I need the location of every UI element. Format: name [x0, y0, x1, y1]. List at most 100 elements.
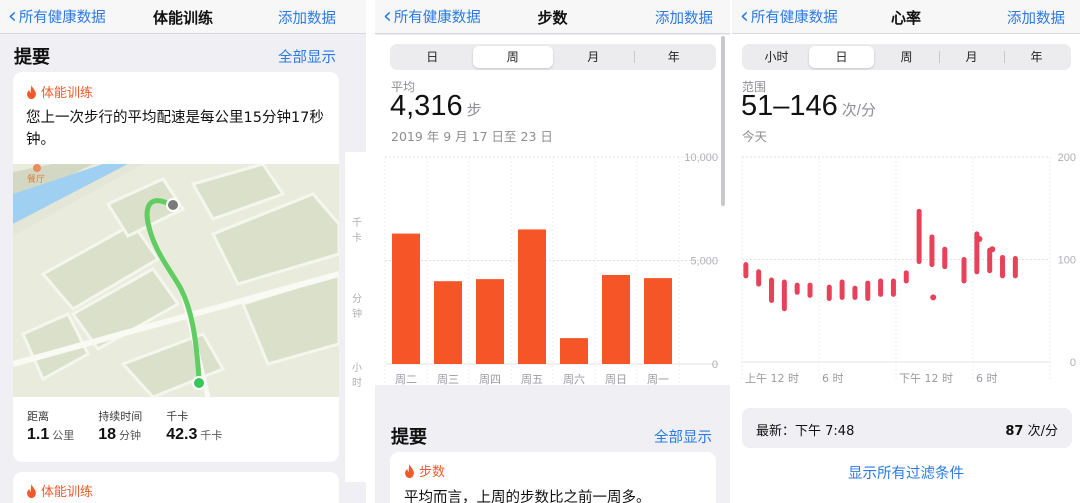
add-data-button[interactable]: 添加数据 — [278, 7, 336, 28]
latest-value: 87 — [1005, 424, 1024, 439]
x-tick-label: 周日 — [605, 373, 627, 385]
segment-year[interactable]: 年 — [1004, 46, 1069, 68]
date-label: 今天 — [742, 129, 768, 144]
bar — [434, 281, 462, 364]
data-point — [989, 246, 996, 253]
x-tick-label: 6 时 — [976, 372, 998, 385]
y-tick-label: 200 — [1058, 152, 1076, 164]
stat-label: 持续时间 — [98, 410, 143, 423]
summary-value: 51–146 次/分 — [741, 90, 876, 123]
scrollbar[interactable] — [721, 36, 725, 206]
y-tick-label: 100 — [1058, 255, 1076, 267]
stat-label: 距离 — [27, 410, 49, 423]
steps-bar-chart[interactable]: 0 5,000 10,000 周二 周三 周四 周五 周六 周日 周一 — [375, 147, 730, 385]
x-tick-label: 周三 — [437, 373, 459, 385]
stat-label: 千卡 — [166, 410, 189, 423]
steps-unit: 步 — [466, 102, 482, 119]
bar — [392, 233, 420, 364]
latest-reading[interactable]: 最新：下午 7:48 87 次/分 — [742, 408, 1072, 448]
heart-nav-bar: ‹ 所有健康数据 心率 添加数据 — [732, 0, 1080, 34]
route-start-marker — [192, 376, 206, 390]
y-tick-label: 10,000 — [684, 152, 718, 164]
back-button[interactable]: ‹ 所有健康数据 — [740, 3, 838, 29]
card-tag-label: 步数 — [419, 465, 446, 480]
chevron-left-icon: ‹ — [740, 3, 749, 29]
restaurant-icon — [33, 164, 41, 172]
x-tick-label: 周四 — [479, 373, 501, 385]
card-tag: 步数 — [404, 461, 445, 480]
y-tick-label: 0 — [712, 359, 718, 371]
card-tag-label: 体能训练 — [41, 86, 94, 101]
data-point — [976, 236, 983, 242]
heart-rate-chart[interactable]: 0 100 200 上午 12 时 6 时 下午 12 时 6 时 — [732, 147, 1080, 387]
stat-unit: 分钟 — [119, 430, 142, 442]
x-tick-label: 下午 12 时 — [899, 372, 953, 385]
flame-icon — [27, 84, 36, 99]
stat-value: 42.3 — [166, 426, 198, 443]
stat-value: 18 — [98, 426, 117, 443]
segment-month[interactable]: 月 — [939, 46, 1004, 68]
segment-year[interactable]: 年 — [633, 46, 715, 68]
segment-day[interactable]: 日 — [392, 46, 473, 68]
stat-duration: 持续时间 18 分钟 — [98, 408, 142, 444]
x-tick-label: 上午 12 时 — [745, 372, 799, 385]
segment-hour[interactable]: 小时 — [744, 46, 809, 68]
back-button[interactable]: ‹ 所有健康数据 — [383, 3, 481, 29]
summary-heading: 提要 — [391, 427, 427, 448]
heart-range-value: 51–146 — [741, 90, 838, 122]
summary-heading: 提要 — [14, 47, 50, 68]
steps-highlight-card[interactable]: 步数 平均而言，上周的步数比之前一周多。 — [390, 452, 716, 503]
peek-strip: 千卡 分钟 小时 — [345, 152, 366, 482]
workout-nav-bar: ‹ 所有健康数据 体能训练 添加数据 — [0, 0, 366, 34]
peek-label: 小时 — [352, 363, 362, 389]
stat-unit: 公里 — [52, 430, 75, 442]
x-tick-label: 周二 — [395, 373, 417, 385]
add-data-button[interactable]: 添加数据 — [1007, 7, 1065, 28]
time-range-selector[interactable]: 日 周 月 年 — [390, 44, 716, 70]
flame-icon — [27, 483, 36, 498]
back-label: 所有健康数据 — [750, 10, 838, 26]
heart-unit: 次/分 — [841, 102, 876, 119]
latest-time: 下午 7:48 — [795, 424, 855, 439]
steps-panel: ‹ 所有健康数据 步数 添加数据 日 周 月 年 平均 4,316 步 2019 … — [375, 0, 730, 503]
date-range: 2019 年 9 月 17 日至 23 日 — [391, 129, 553, 144]
workout-card-next[interactable]: 体能训练 — [13, 472, 339, 503]
workout-panel: ‹ 所有健康数据 体能训练 添加数据 提要 全部显示 体能训练 您上一次步行的平… — [0, 0, 366, 503]
peek-label: 千卡 — [352, 218, 362, 244]
chevron-left-icon: ‹ — [383, 3, 392, 29]
x-tick-label: 6 时 — [822, 372, 844, 385]
show-all-link[interactable]: 全部显示 — [278, 46, 336, 67]
workout-card[interactable]: 体能训练 您上一次步行的平均配速是每公里15分钟17秒钟。 餐厅 距离 1.1 … — [13, 72, 339, 462]
stat-unit: 千卡 — [200, 430, 223, 442]
map-poi-label: 餐厅 — [27, 175, 46, 185]
time-range-selector[interactable]: 小时 日 周 月 年 — [742, 44, 1071, 70]
segment-week[interactable]: 周 — [874, 46, 939, 68]
show-filters-link[interactable]: 显示所有过滤条件 — [732, 462, 1080, 483]
segment-day[interactable]: 日 — [809, 46, 874, 68]
segment-week[interactable]: 周 — [472, 46, 553, 68]
chevron-left-icon: ‹ — [8, 3, 17, 29]
flame-icon — [405, 463, 414, 478]
bar — [518, 229, 546, 364]
stat-calories: 千卡 42.3 千卡 — [166, 408, 222, 444]
x-tick-label: 周六 — [563, 373, 585, 385]
latest-label: 最新： — [756, 424, 796, 439]
card-message: 平均而言，上周的步数比之前一周多。 — [404, 490, 651, 503]
peek-label: 分钟 — [352, 294, 362, 320]
route-map[interactable] — [13, 164, 339, 397]
card-tag-label: 体能训练 — [41, 485, 94, 500]
steps-chart-area: 日 周 月 年 平均 4,316 步 2019 年 9 月 17 日至 23 日 … — [375, 35, 730, 385]
heart-rate-panel: ‹ 所有健康数据 心率 添加数据 小时 日 周 月 年 范围 51–146 次/分… — [732, 0, 1080, 503]
bar — [644, 278, 672, 364]
card-message: 您上一次步行的平均配速是每公里15分钟17秒钟。 — [26, 110, 324, 148]
x-tick-label: 周五 — [521, 373, 543, 385]
y-tick-label: 5,000 — [690, 256, 718, 268]
steps-value: 4,316 — [390, 90, 463, 122]
bar — [476, 279, 504, 364]
add-data-button[interactable]: 添加数据 — [655, 7, 713, 28]
steps-nav-bar: ‹ 所有健康数据 步数 添加数据 — [375, 0, 730, 34]
segment-month[interactable]: 月 — [553, 46, 634, 68]
show-all-link[interactable]: 全部显示 — [654, 426, 712, 447]
back-button[interactable]: ‹ 所有健康数据 — [8, 3, 106, 29]
latest-label-group: 最新：下午 7:48 — [756, 420, 854, 439]
